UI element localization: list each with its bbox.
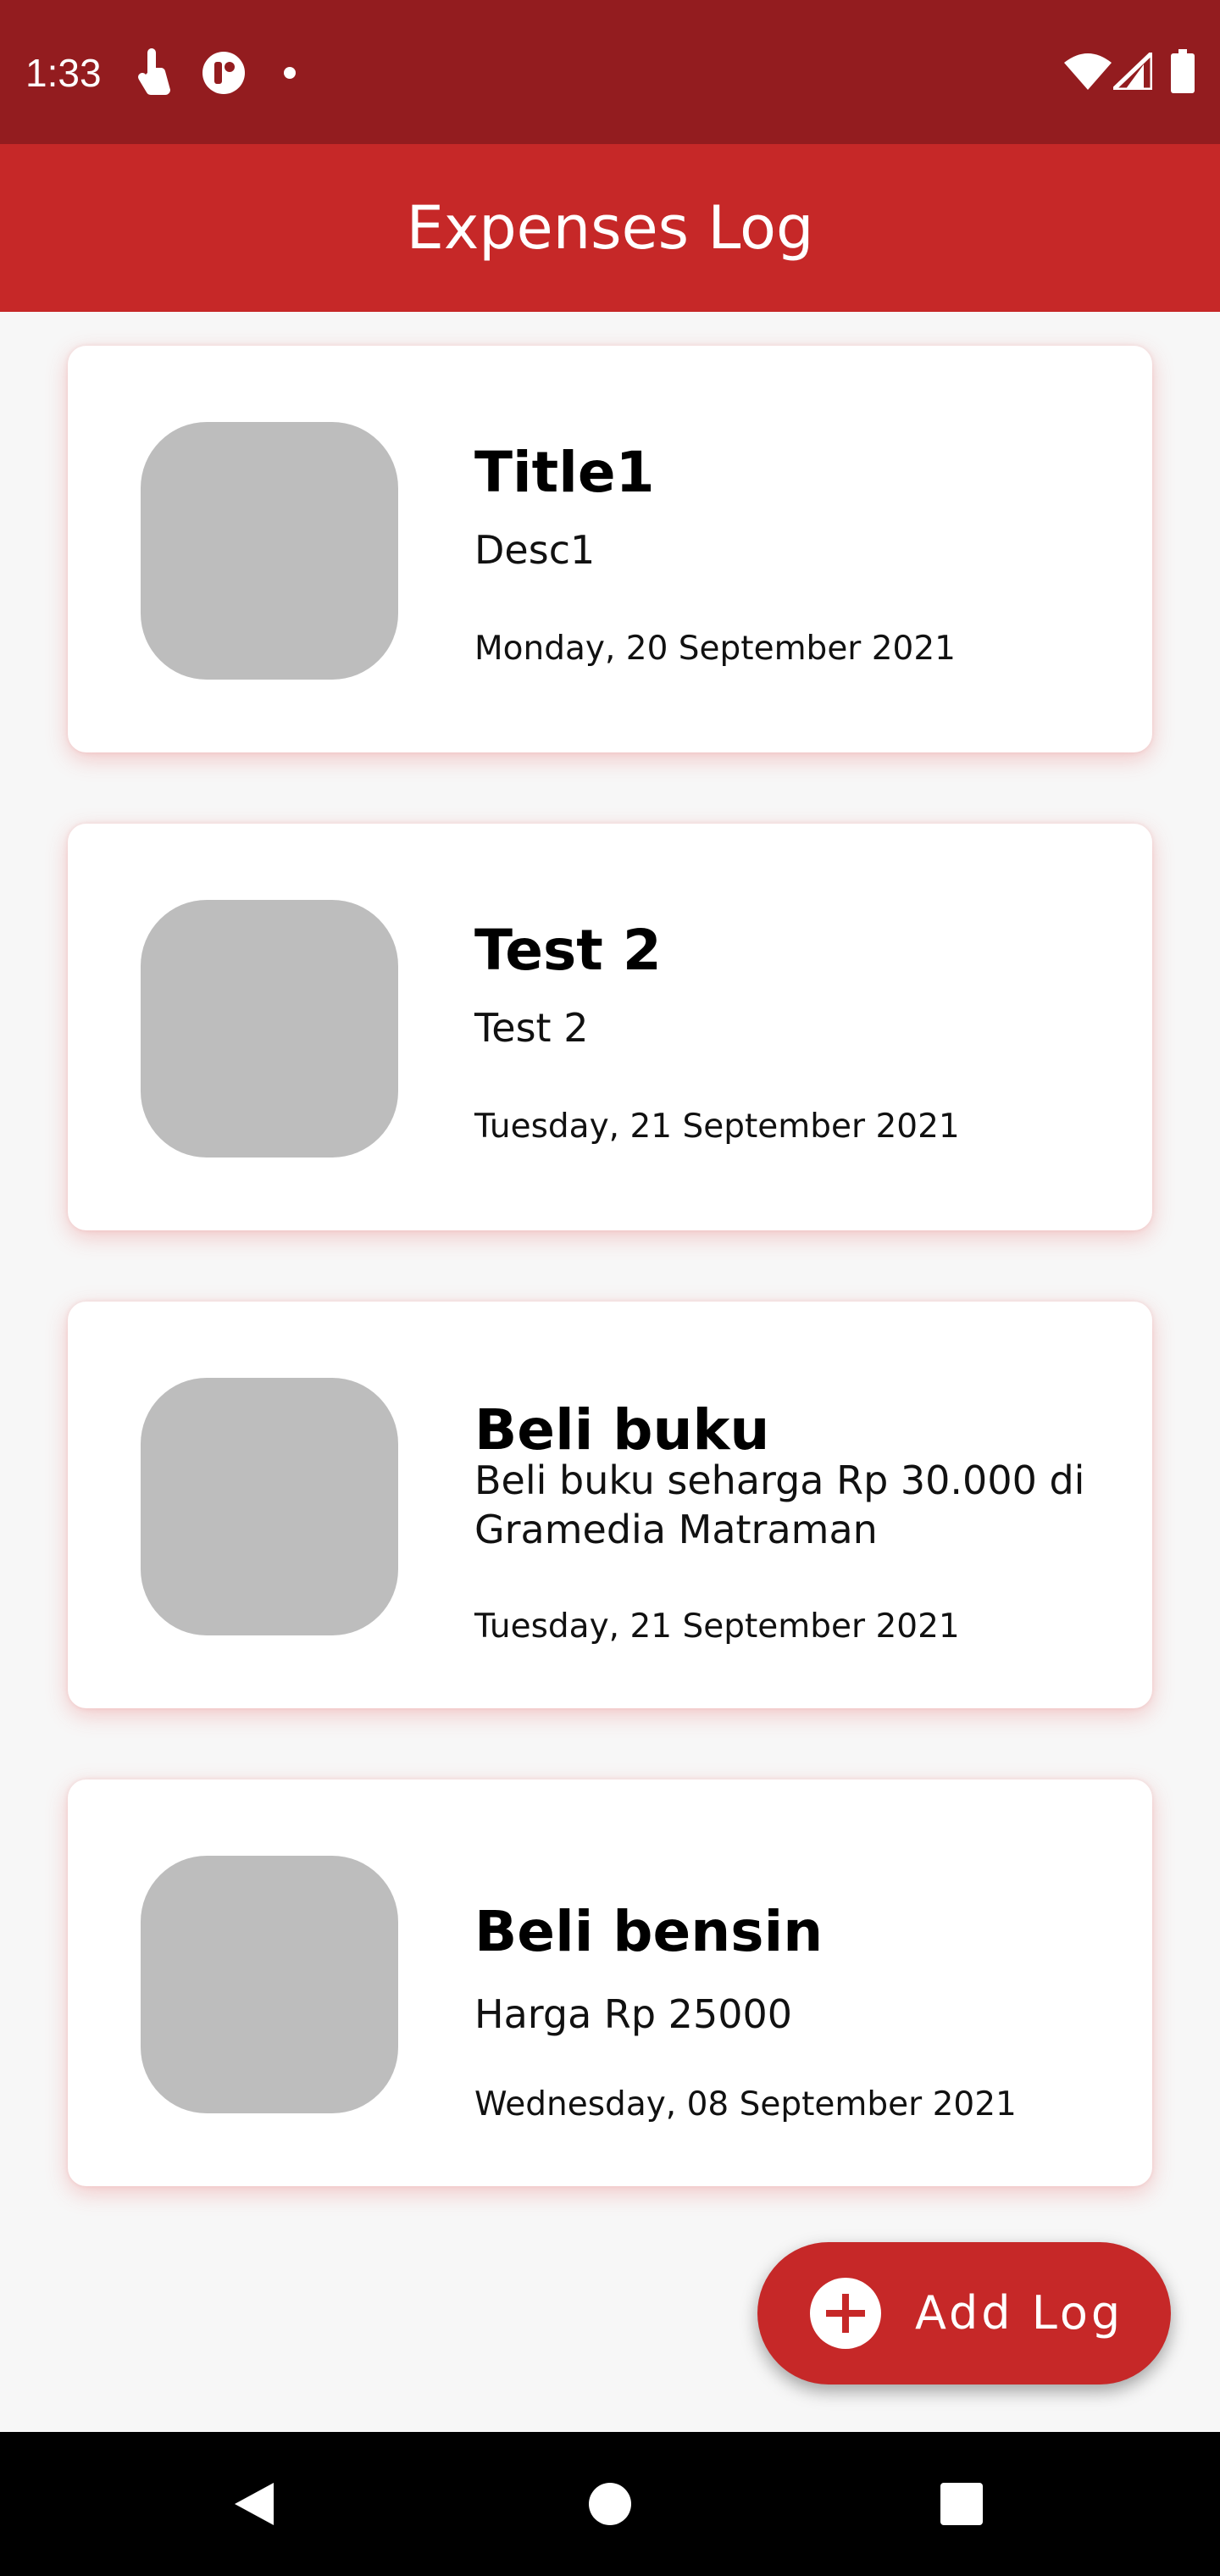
page-title: Expenses Log [406,193,814,263]
add-log-button[interactable]: Add Log [757,2242,1171,2384]
log-card[interactable]: Beli bensin Harga Rp 25000 Wednesday, 08… [68,1779,1152,2186]
log-thumbnail [141,900,398,1158]
status-bar: 1:33 [0,0,1220,144]
touch-icon [138,48,170,95]
log-title: Beli bensin [474,1899,824,1964]
log-thumbnail [141,1856,398,2113]
wifi-icon [1064,53,1112,90]
log-date: Tuesday, 21 September 2021 [474,1108,960,1146]
back-icon[interactable] [182,2432,326,2576]
battery-icon [1171,49,1195,93]
status-time: 1:33 [25,51,102,95]
log-title: Title1 [474,440,655,505]
recents-icon[interactable] [890,2432,1034,2576]
log-card[interactable]: Title1 Desc1 Monday, 20 September 2021 [68,346,1152,752]
home-icon[interactable] [538,2432,682,2576]
log-title: Test 2 [474,918,662,983]
log-description: Test 2 [474,1005,589,1051]
log-date: Tuesday, 21 September 2021 [474,1607,960,1646]
log-thumbnail [141,422,398,680]
add-log-label: Add Log [915,2286,1124,2340]
log-description: Beli buku seharga Rp 30.000 di Gramedia … [474,1457,1085,1552]
app-icon [202,52,245,94]
dot-icon [284,67,296,79]
signal-icon [1113,53,1152,90]
plus-circle-icon [810,2278,881,2349]
log-card[interactable]: Beli buku Beli buku seharga Rp 30.000 di… [68,1302,1152,1708]
log-card[interactable]: Test 2 Test 2 Tuesday, 21 September 2021 [68,824,1152,1230]
log-description: Desc1 [474,527,596,573]
app-bar: Expenses Log [0,144,1220,312]
log-description: Harga Rp 25000 [474,1991,793,2037]
log-date: Wednesday, 08 September 2021 [474,2085,1017,2124]
log-date: Monday, 20 September 2021 [474,630,956,668]
log-thumbnail [141,1378,398,1635]
navigation-bar [0,2432,1220,2576]
log-title: Beli buku [474,1397,770,1463]
